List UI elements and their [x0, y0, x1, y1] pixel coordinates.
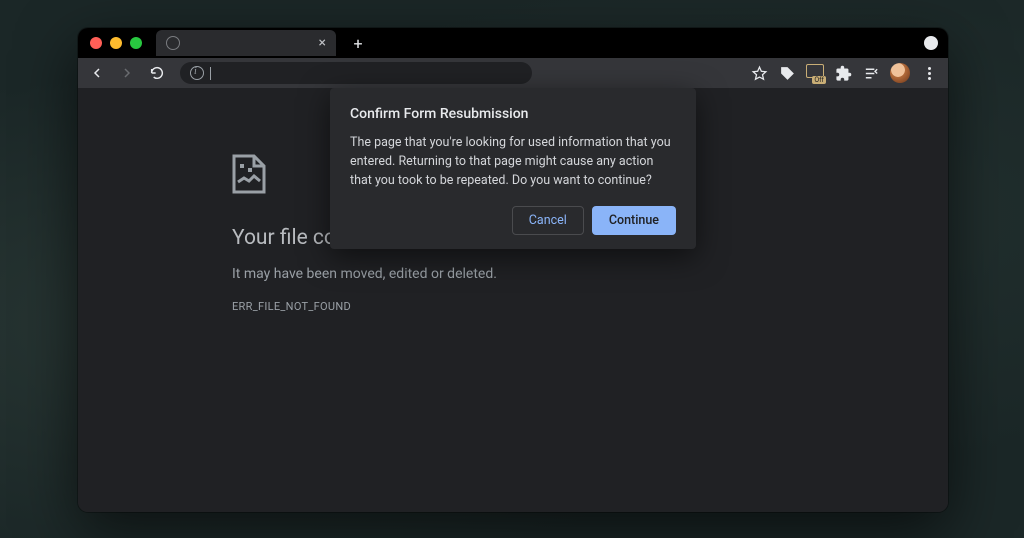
continue-button[interactable]: Continue	[592, 206, 676, 235]
toolbar-right	[750, 63, 942, 83]
dialog-title: Confirm Form Resubmission	[350, 106, 676, 122]
kebab-menu-icon[interactable]	[920, 64, 938, 82]
toolbar	[78, 58, 948, 88]
address-bar[interactable]	[180, 62, 532, 84]
tag-icon[interactable]	[778, 64, 796, 82]
text-cursor	[210, 67, 211, 80]
browser-tab[interactable]: ×	[156, 30, 336, 56]
tab-strip: × +	[156, 28, 368, 58]
dialog-actions: Cancel Continue	[350, 206, 676, 235]
tab-close-button[interactable]: ×	[319, 36, 326, 50]
forward-button[interactable]	[114, 60, 140, 86]
confirm-resubmission-dialog: Confirm Form Resubmission The page that …	[330, 88, 696, 249]
window-close-button[interactable]	[90, 37, 102, 49]
error-subtext: It may have been moved, edited or delete…	[232, 266, 948, 282]
browser-window: × +	[78, 28, 948, 512]
error-code: ERR_FILE_NOT_FOUND	[232, 300, 948, 313]
reading-list-icon[interactable]	[862, 64, 880, 82]
window-controls	[78, 37, 142, 49]
extensions-icon[interactable]	[834, 64, 852, 82]
back-button[interactable]	[84, 60, 110, 86]
profile-avatar[interactable]	[890, 63, 910, 83]
url-input[interactable]	[217, 66, 522, 80]
titlebar-right	[924, 36, 938, 50]
reload-button[interactable]	[144, 60, 170, 86]
dialog-body: The page that you're looking for used in…	[350, 134, 676, 190]
bookmark-star-icon[interactable]	[750, 64, 768, 82]
globe-icon	[166, 36, 180, 50]
new-tab-button[interactable]: +	[348, 33, 368, 53]
window-maximize-button[interactable]	[130, 37, 142, 49]
site-info-icon[interactable]	[190, 66, 204, 80]
titlebar: × +	[78, 28, 948, 58]
window-minimize-button[interactable]	[110, 37, 122, 49]
cancel-button[interactable]: Cancel	[512, 206, 584, 235]
tab-search-icon[interactable]	[924, 36, 938, 50]
translate-extension-icon[interactable]	[806, 64, 824, 82]
